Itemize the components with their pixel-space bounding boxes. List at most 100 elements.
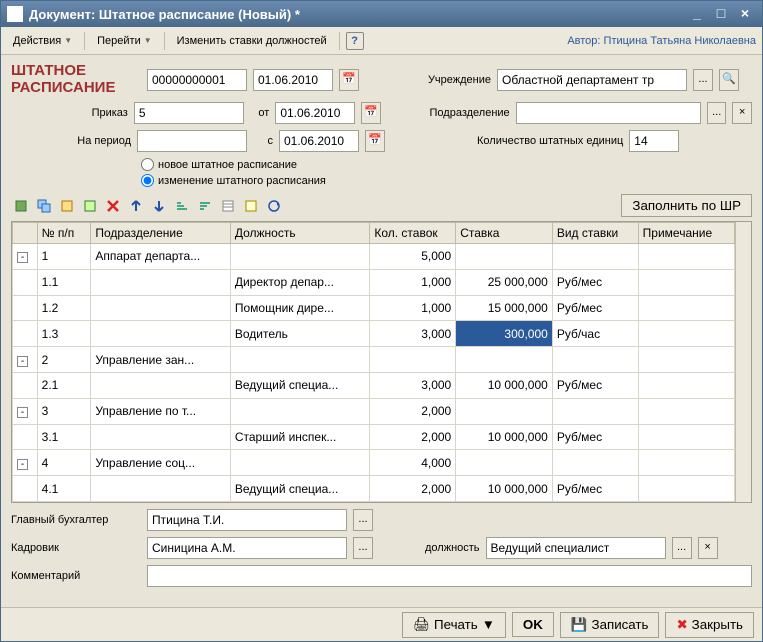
button-bar: 🖨Печать▼ OK 💾Записать ✖Закрыть	[1, 607, 762, 641]
units-input[interactable]	[629, 130, 679, 152]
table-row[interactable]: 4.1Ведущий специа...2,00010 000,000Руб/м…	[13, 476, 735, 502]
select-button[interactable]: ...	[353, 537, 373, 559]
clear-button[interactable]: ×	[732, 102, 752, 124]
change-rates-button[interactable]: Изменить ставки должностей	[171, 32, 333, 50]
list2-icon[interactable]	[241, 196, 261, 216]
close-window-button[interactable]: ×	[734, 5, 756, 23]
accountant-label: Главный бухгалтер	[11, 514, 141, 526]
edit-row-icon[interactable]	[57, 196, 77, 216]
radio-change-input[interactable]	[141, 174, 154, 187]
actions-menu[interactable]: Действия▼	[7, 32, 78, 50]
close-button[interactable]: ✖Закрыть	[665, 612, 754, 638]
select-button[interactable]: ...	[672, 537, 692, 559]
add-row-icon[interactable]	[11, 196, 31, 216]
column-header[interactable]: № п/п	[37, 223, 91, 244]
fill-by-sr-button[interactable]: Заполнить по ШР	[621, 194, 752, 217]
delete-row-icon[interactable]	[103, 196, 123, 216]
doc-date-input[interactable]	[253, 69, 333, 91]
table-toolbar: Заполнить по ШР	[11, 190, 752, 221]
table-row[interactable]: -4Управление соц...4,000	[13, 450, 735, 476]
org-input[interactable]	[497, 69, 687, 91]
column-header[interactable]: Ставка	[456, 223, 553, 244]
staffing-table: № п/пПодразделениеДолжностьКол. ставокСт…	[12, 222, 735, 502]
scrollbar[interactable]	[735, 222, 751, 502]
column-header[interactable]: Примечание	[638, 223, 735, 244]
radio-change-schedule[interactable]: изменение штатного расписания	[141, 174, 752, 187]
comment-label: Комментарий	[11, 570, 141, 582]
table-row[interactable]: 1.1Директор депар...1,00025 000,000Руб/м…	[13, 269, 735, 295]
tree-toggle-icon[interactable]: -	[17, 356, 28, 367]
calendar-icon[interactable]: 📅	[339, 69, 359, 91]
table-row[interactable]: -2Управление зан...	[13, 347, 735, 373]
menu-separator	[84, 32, 85, 50]
units-label: Количество штатных единиц	[477, 135, 623, 147]
calendar-icon[interactable]: 📅	[361, 102, 381, 124]
author-name: Птицина Татьяна Николаевна	[604, 35, 756, 47]
copy-row-icon[interactable]	[34, 196, 54, 216]
clear-button[interactable]: ×	[698, 537, 718, 559]
help-button[interactable]: ?	[346, 32, 364, 50]
tree-toggle-icon[interactable]: -	[17, 407, 28, 418]
org-label: Учреждение	[401, 74, 491, 86]
table-row[interactable]: -3Управление по т...2,000	[13, 398, 735, 424]
print-button[interactable]: 🖨Печать▼	[402, 612, 506, 638]
order-date-input[interactable]	[275, 102, 355, 124]
column-header[interactable]: Кол. ставок	[370, 223, 456, 244]
ok-button[interactable]: OK	[512, 612, 554, 637]
radio-change-label: изменение штатного расписания	[158, 175, 326, 187]
save-button[interactable]: 💾Записать	[560, 612, 660, 638]
select-button[interactable]: ...	[693, 69, 713, 91]
from-label: от	[250, 107, 269, 119]
hr-input[interactable]	[147, 537, 347, 559]
minimize-button[interactable]: _	[686, 5, 708, 23]
move-up-icon[interactable]	[126, 196, 146, 216]
sort-desc-icon[interactable]	[195, 196, 215, 216]
comment-input[interactable]	[147, 565, 752, 587]
period-input[interactable]	[137, 130, 247, 152]
level-icon[interactable]	[80, 196, 100, 216]
column-header[interactable]: Вид ставки	[552, 223, 638, 244]
table-row[interactable]: 1.3Водитель3,000300,000Руб/час	[13, 321, 735, 347]
accountant-input[interactable]	[147, 509, 347, 531]
table-row[interactable]: 2.1Ведущий специа...3,00010 000,000Руб/м…	[13, 372, 735, 398]
goto-menu[interactable]: Перейти▼	[91, 32, 158, 50]
menu-separator	[164, 32, 165, 50]
app-window: Документ: Штатное расписание (Новый) * _…	[0, 0, 763, 642]
app-icon	[7, 6, 23, 22]
doc-title-2: РАСПИСАНИЕ	[11, 80, 141, 97]
author-label: Автор:	[567, 35, 600, 47]
window-title: Документ: Штатное расписание (Новый) *	[29, 7, 684, 22]
sort-asc-icon[interactable]	[172, 196, 192, 216]
table-row[interactable]: -1Аппарат департа...5,000	[13, 244, 735, 270]
radio-new-schedule[interactable]: новое штатное расписание	[141, 158, 752, 171]
close-icon: ✖	[676, 617, 687, 633]
table-row[interactable]: 3.1Старший инспек...2,00010 000,000Руб/м…	[13, 424, 735, 450]
select-button[interactable]: ...	[353, 509, 373, 531]
s-label: с	[253, 135, 273, 147]
order-input[interactable]	[134, 102, 244, 124]
footer-fields: Главный бухгалтер ... Кадровик ... должн…	[11, 503, 752, 599]
position-label: должность	[425, 542, 480, 554]
tree-toggle-icon[interactable]: -	[17, 252, 28, 263]
period-label: На период	[11, 135, 131, 147]
refresh-icon[interactable]	[264, 196, 284, 216]
position-input[interactable]	[486, 537, 666, 559]
tree-toggle-icon[interactable]: -	[17, 459, 28, 470]
table-row[interactable]: 1.2Помощник дире...1,00015 000,000Руб/ме…	[13, 295, 735, 321]
maximize-button[interactable]: □	[710, 5, 732, 23]
radio-new-input[interactable]	[141, 158, 154, 171]
doc-title-1: ШТАТНОЕ	[11, 63, 141, 80]
column-header[interactable]: Подразделение	[91, 223, 231, 244]
author-info: Автор: Птицина Татьяна Николаевна	[567, 35, 756, 47]
doc-number-input[interactable]	[147, 69, 247, 91]
period-date-input[interactable]	[279, 130, 359, 152]
column-header[interactable]: Должность	[230, 223, 370, 244]
list-icon[interactable]	[218, 196, 238, 216]
titlebar: Документ: Штатное расписание (Новый) * _…	[1, 1, 762, 27]
lookup-icon[interactable]: 🔍	[719, 69, 739, 91]
calendar-icon[interactable]: 📅	[365, 130, 385, 152]
select-button[interactable]: ...	[707, 102, 727, 124]
subdiv-input[interactable]	[516, 102, 701, 124]
menu-separator	[339, 32, 340, 50]
move-down-icon[interactable]	[149, 196, 169, 216]
